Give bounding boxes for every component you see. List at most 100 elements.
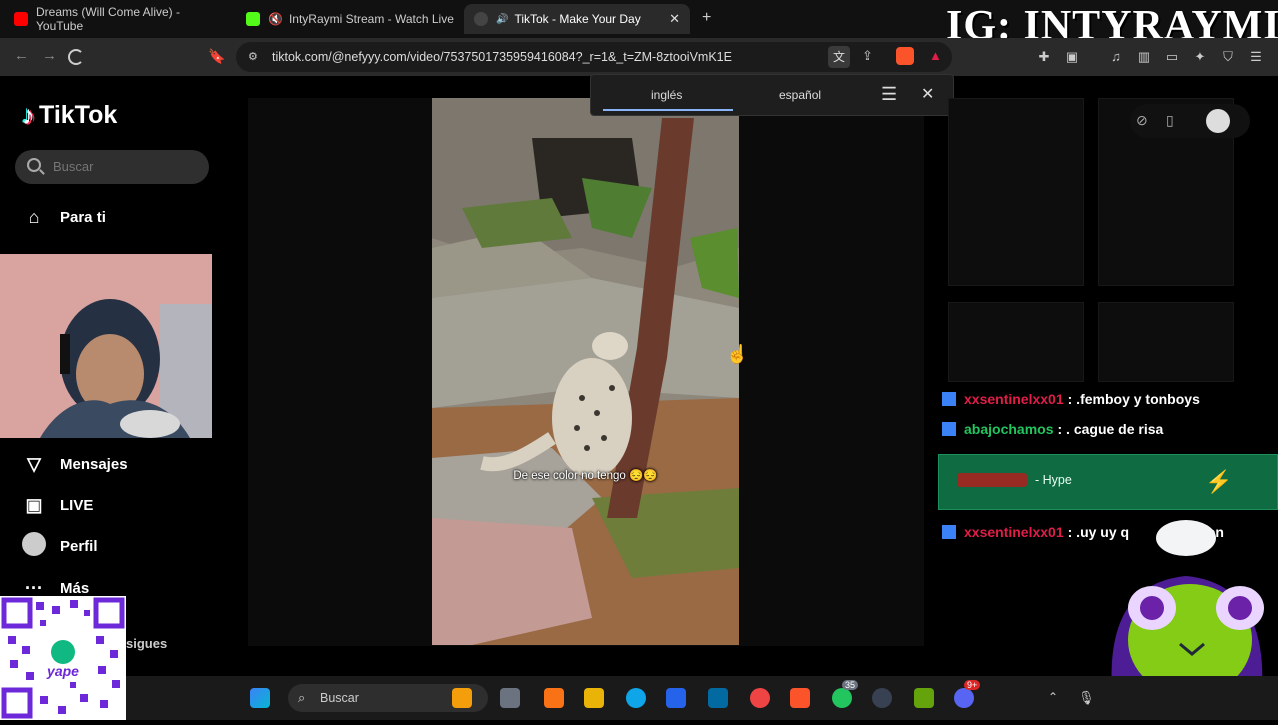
tiktok-search[interactable]	[15, 150, 209, 184]
brave-shield-icon[interactable]	[896, 47, 914, 65]
browser-toolbar: ← → 🔖 ⚙ tiktok.com/@nefyyy.com/video/753…	[0, 38, 1278, 76]
nav-label: LIVE	[60, 496, 94, 514]
speaker-muted-icon: 🔇	[268, 12, 283, 26]
music-icon[interactable]: ♫	[1108, 49, 1124, 65]
screenshot-icon[interactable]: ▣	[1064, 49, 1080, 65]
share-icon[interactable]: ⇪	[862, 48, 873, 64]
hype-label: - Hype	[1035, 473, 1072, 487]
forward-button[interactable]: →	[42, 47, 57, 64]
recommended-card[interactable]	[948, 98, 1084, 286]
recommended-card[interactable]	[1098, 302, 1234, 382]
url-text[interactable]: tiktok.com/@nefyyy.com/video/75375017359…	[272, 50, 732, 64]
platform-icon	[942, 422, 956, 436]
hype-username-blur	[957, 473, 1027, 487]
chat-username: xxsentinelxx01	[964, 391, 1064, 407]
whatsapp-icon[interactable]: 35	[832, 680, 859, 708]
hype-alert: - Hype ⚡	[938, 454, 1278, 510]
taskbar-search-placeholder: Buscar	[320, 691, 359, 705]
nav-label: Mensajes	[60, 455, 128, 473]
vpn-icon[interactable]: ⛉	[1220, 49, 1236, 65]
nav-label: Perfil	[60, 537, 98, 555]
home-icon: ⌂	[28, 206, 40, 227]
chat-text: : .femboy y tonboys	[1067, 391, 1200, 407]
brave-rewards-icon[interactable]: ▲	[929, 48, 942, 63]
site-settings-icon[interactable]: ⚙	[248, 50, 258, 63]
address-bar[interactable]: ⚙ tiktok.com/@nefyyy.com/video/753750173…	[236, 42, 952, 72]
translate-popup: inglés español ☰ ✕	[590, 74, 954, 116]
svg-text:yape: yape	[46, 663, 79, 679]
nav-item-live[interactable]: ▣ LIVE	[22, 493, 93, 517]
chat-username: abajochamos	[964, 421, 1054, 437]
windows-start-icon[interactable]	[250, 688, 270, 708]
loading-spinner-icon[interactable]	[68, 49, 84, 65]
search-icon: ⌕	[298, 690, 306, 705]
copilot-icon[interactable]	[544, 688, 564, 708]
outlook-icon[interactable]	[708, 688, 728, 708]
chrome-icon[interactable]	[750, 688, 770, 708]
lightning-icon: ⚡	[1205, 469, 1233, 494]
following-partial: sigues	[126, 636, 168, 651]
video-frame	[432, 98, 739, 645]
kick-icon	[246, 12, 260, 26]
wallet-icon[interactable]: ▭	[1164, 49, 1180, 65]
nav-label: Para ti	[60, 208, 106, 226]
tab-source-language[interactable]: inglés	[651, 88, 682, 102]
platform-icon	[942, 392, 956, 406]
translate-icon[interactable]: 文	[828, 46, 850, 68]
mouse-cursor-icon: ☝	[726, 344, 749, 364]
edge-icon[interactable]	[626, 688, 646, 708]
youtube-icon	[14, 12, 28, 26]
video-subtitle: De ese color no tengo 😔😔	[513, 470, 658, 482]
device-icon[interactable]: ▯	[1166, 112, 1174, 129]
tiktok-video[interactable]: De ese color no tengo 😔😔	[432, 98, 739, 645]
tab-tiktok[interactable]: 🔊 TikTok - Make Your Day ✕	[464, 4, 690, 34]
sidebar-icon[interactable]: ▥	[1136, 49, 1152, 65]
tab-youtube[interactable]: Dreams (Will Come Alive) - YouTube	[4, 4, 230, 34]
hamburger-menu-icon[interactable]: ☰	[881, 84, 897, 105]
new-tab-button[interactable]: +	[702, 9, 711, 27]
tab-target-language[interactable]: español	[779, 88, 821, 102]
store-icon[interactable]	[666, 688, 686, 708]
bookmark-icon[interactable]: 🔖	[208, 48, 225, 65]
platform-icon	[942, 525, 956, 539]
qr-code-image: yape	[0, 596, 126, 720]
nav-label: Más	[60, 579, 90, 597]
brave-icon[interactable]	[790, 688, 810, 708]
extensions-icon[interactable]: ✚	[1036, 49, 1052, 65]
live-icon: ▣	[25, 494, 43, 515]
notification-badge: 35	[842, 680, 859, 690]
yape-qr-code: yape	[0, 596, 126, 720]
chat-message: xxsentinelxx01 : .femboy y tonboys	[942, 389, 1200, 409]
file-explorer-icon[interactable]	[584, 688, 604, 708]
close-icon[interactable]: ✕	[921, 84, 934, 104]
obs-icon[interactable]	[872, 688, 892, 708]
upload-icon[interactable]: ⊘	[1136, 112, 1148, 129]
nav-item-perfil[interactable]: Perfil	[22, 531, 98, 561]
active-tab-indicator	[603, 109, 733, 111]
top-right-controls: ⊘ ▯	[1130, 104, 1250, 138]
close-tab-icon[interactable]: ✕	[669, 11, 680, 27]
tab-title: TikTok - Make Your Day	[514, 12, 641, 26]
app-icon[interactable]	[914, 688, 934, 708]
search-input[interactable]	[53, 159, 193, 174]
tiktok-icon	[474, 12, 488, 26]
tab-kick[interactable]: 🔇 IntyRaymi Stream - Watch Live or	[236, 4, 456, 34]
profile-avatar-icon	[22, 531, 46, 561]
avatar[interactable]	[1206, 109, 1230, 133]
nav-item-mensajes[interactable]: ▽ Mensajes	[22, 452, 128, 476]
tab-title: IntyRaymi Stream - Watch Live or	[288, 12, 456, 26]
webcam-image	[0, 254, 212, 438]
menu-icon[interactable]: ☰	[1248, 49, 1264, 65]
microphone-icon[interactable]: 🎙	[1078, 690, 1095, 706]
search-highlight-icon[interactable]	[452, 688, 472, 708]
speaker-icon: 🔊	[496, 13, 509, 25]
chevron-up-icon[interactable]: ⌃	[1048, 690, 1058, 704]
back-button[interactable]: ←	[14, 47, 29, 64]
nav-item-para-ti[interactable]: ⌂ Para ti	[22, 205, 106, 229]
recommended-card[interactable]	[948, 302, 1084, 382]
discord-icon[interactable]: 9+	[954, 680, 981, 708]
task-view-icon[interactable]	[500, 688, 520, 708]
tiktok-logo[interactable]: ♪ TikTok	[22, 100, 117, 131]
chat-username: xxsentinelxx01	[964, 524, 1064, 540]
leo-ai-icon[interactable]: ✦	[1192, 49, 1208, 65]
